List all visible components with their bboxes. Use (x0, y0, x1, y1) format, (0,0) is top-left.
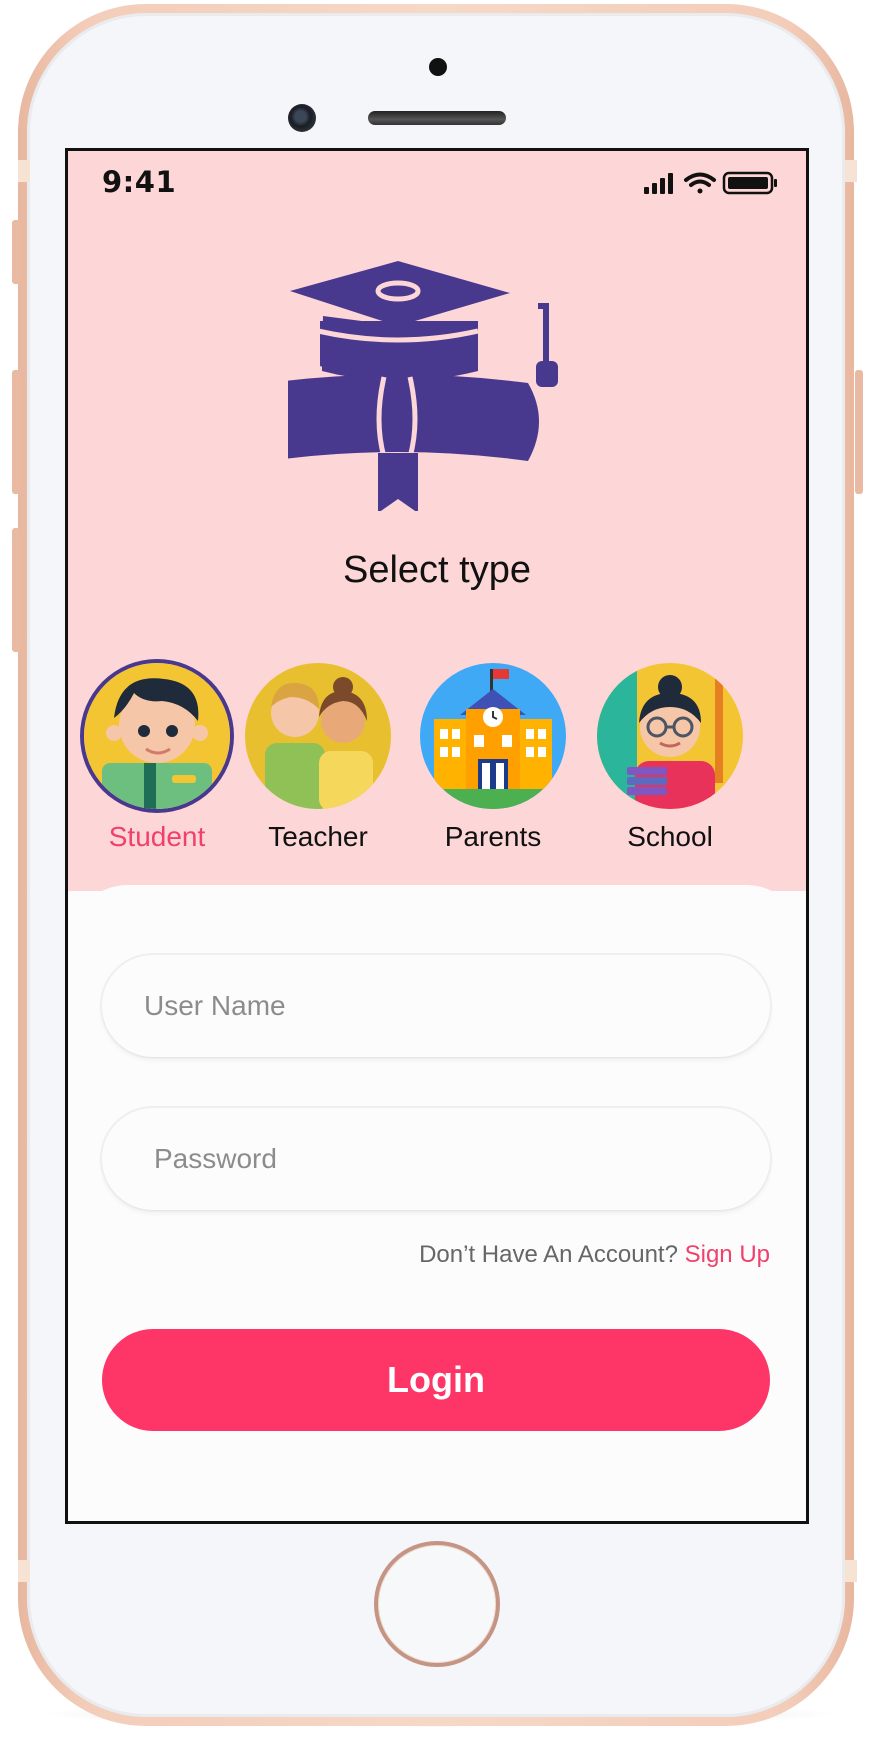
antenna-band (18, 1560, 30, 1582)
user-type-teacher[interactable]: Teacher (226, 663, 396, 863)
antenna-band (845, 1560, 857, 1582)
page-title: Select type (343, 549, 531, 591)
teacher-avatar-icon (245, 663, 391, 809)
user-type-label: Student (108, 821, 206, 852)
username-input[interactable] (102, 955, 770, 1057)
school-building-icon (420, 663, 566, 809)
signup-prompt-text: Don’t Have An Account? (419, 1241, 678, 1268)
status-icons (644, 171, 777, 195)
signal-bars-icon (644, 173, 673, 194)
proximity-sensor (429, 58, 447, 76)
user-type-label: Teacher (268, 821, 368, 852)
battery-icon (722, 171, 777, 195)
signup-link[interactable]: Sign Up (685, 1241, 770, 1268)
user-type-student[interactable]: Student (68, 663, 235, 863)
wifi-icon (684, 172, 716, 194)
password-input[interactable] (102, 1108, 770, 1210)
school-teacher-avatar-icon (597, 663, 743, 809)
user-type-school[interactable]: School (578, 663, 748, 863)
student-avatar-icon (84, 663, 230, 809)
user-type-label: School (627, 821, 713, 852)
graduation-cap-diploma-icon (288, 261, 558, 511)
status-time: 9:41 (102, 165, 177, 199)
app-screen: 9:41 Select type Student Teacher Parents… (65, 148, 809, 1524)
user-type-parents[interactable]: Parents (401, 663, 571, 863)
signup-prompt-row: Don’t Have An Account? Sign Up (419, 1241, 770, 1269)
volume-up-button (12, 370, 20, 494)
power-button (855, 370, 863, 494)
antenna-band (845, 160, 857, 182)
home-button[interactable] (374, 1541, 500, 1667)
front-camera (288, 104, 316, 132)
antenna-band (18, 160, 30, 182)
login-button[interactable]: Login (102, 1329, 770, 1431)
volume-down-button (12, 528, 20, 652)
user-type-label: Parents (444, 821, 542, 852)
silent-switch (12, 220, 20, 284)
earpiece-speaker (368, 111, 506, 125)
